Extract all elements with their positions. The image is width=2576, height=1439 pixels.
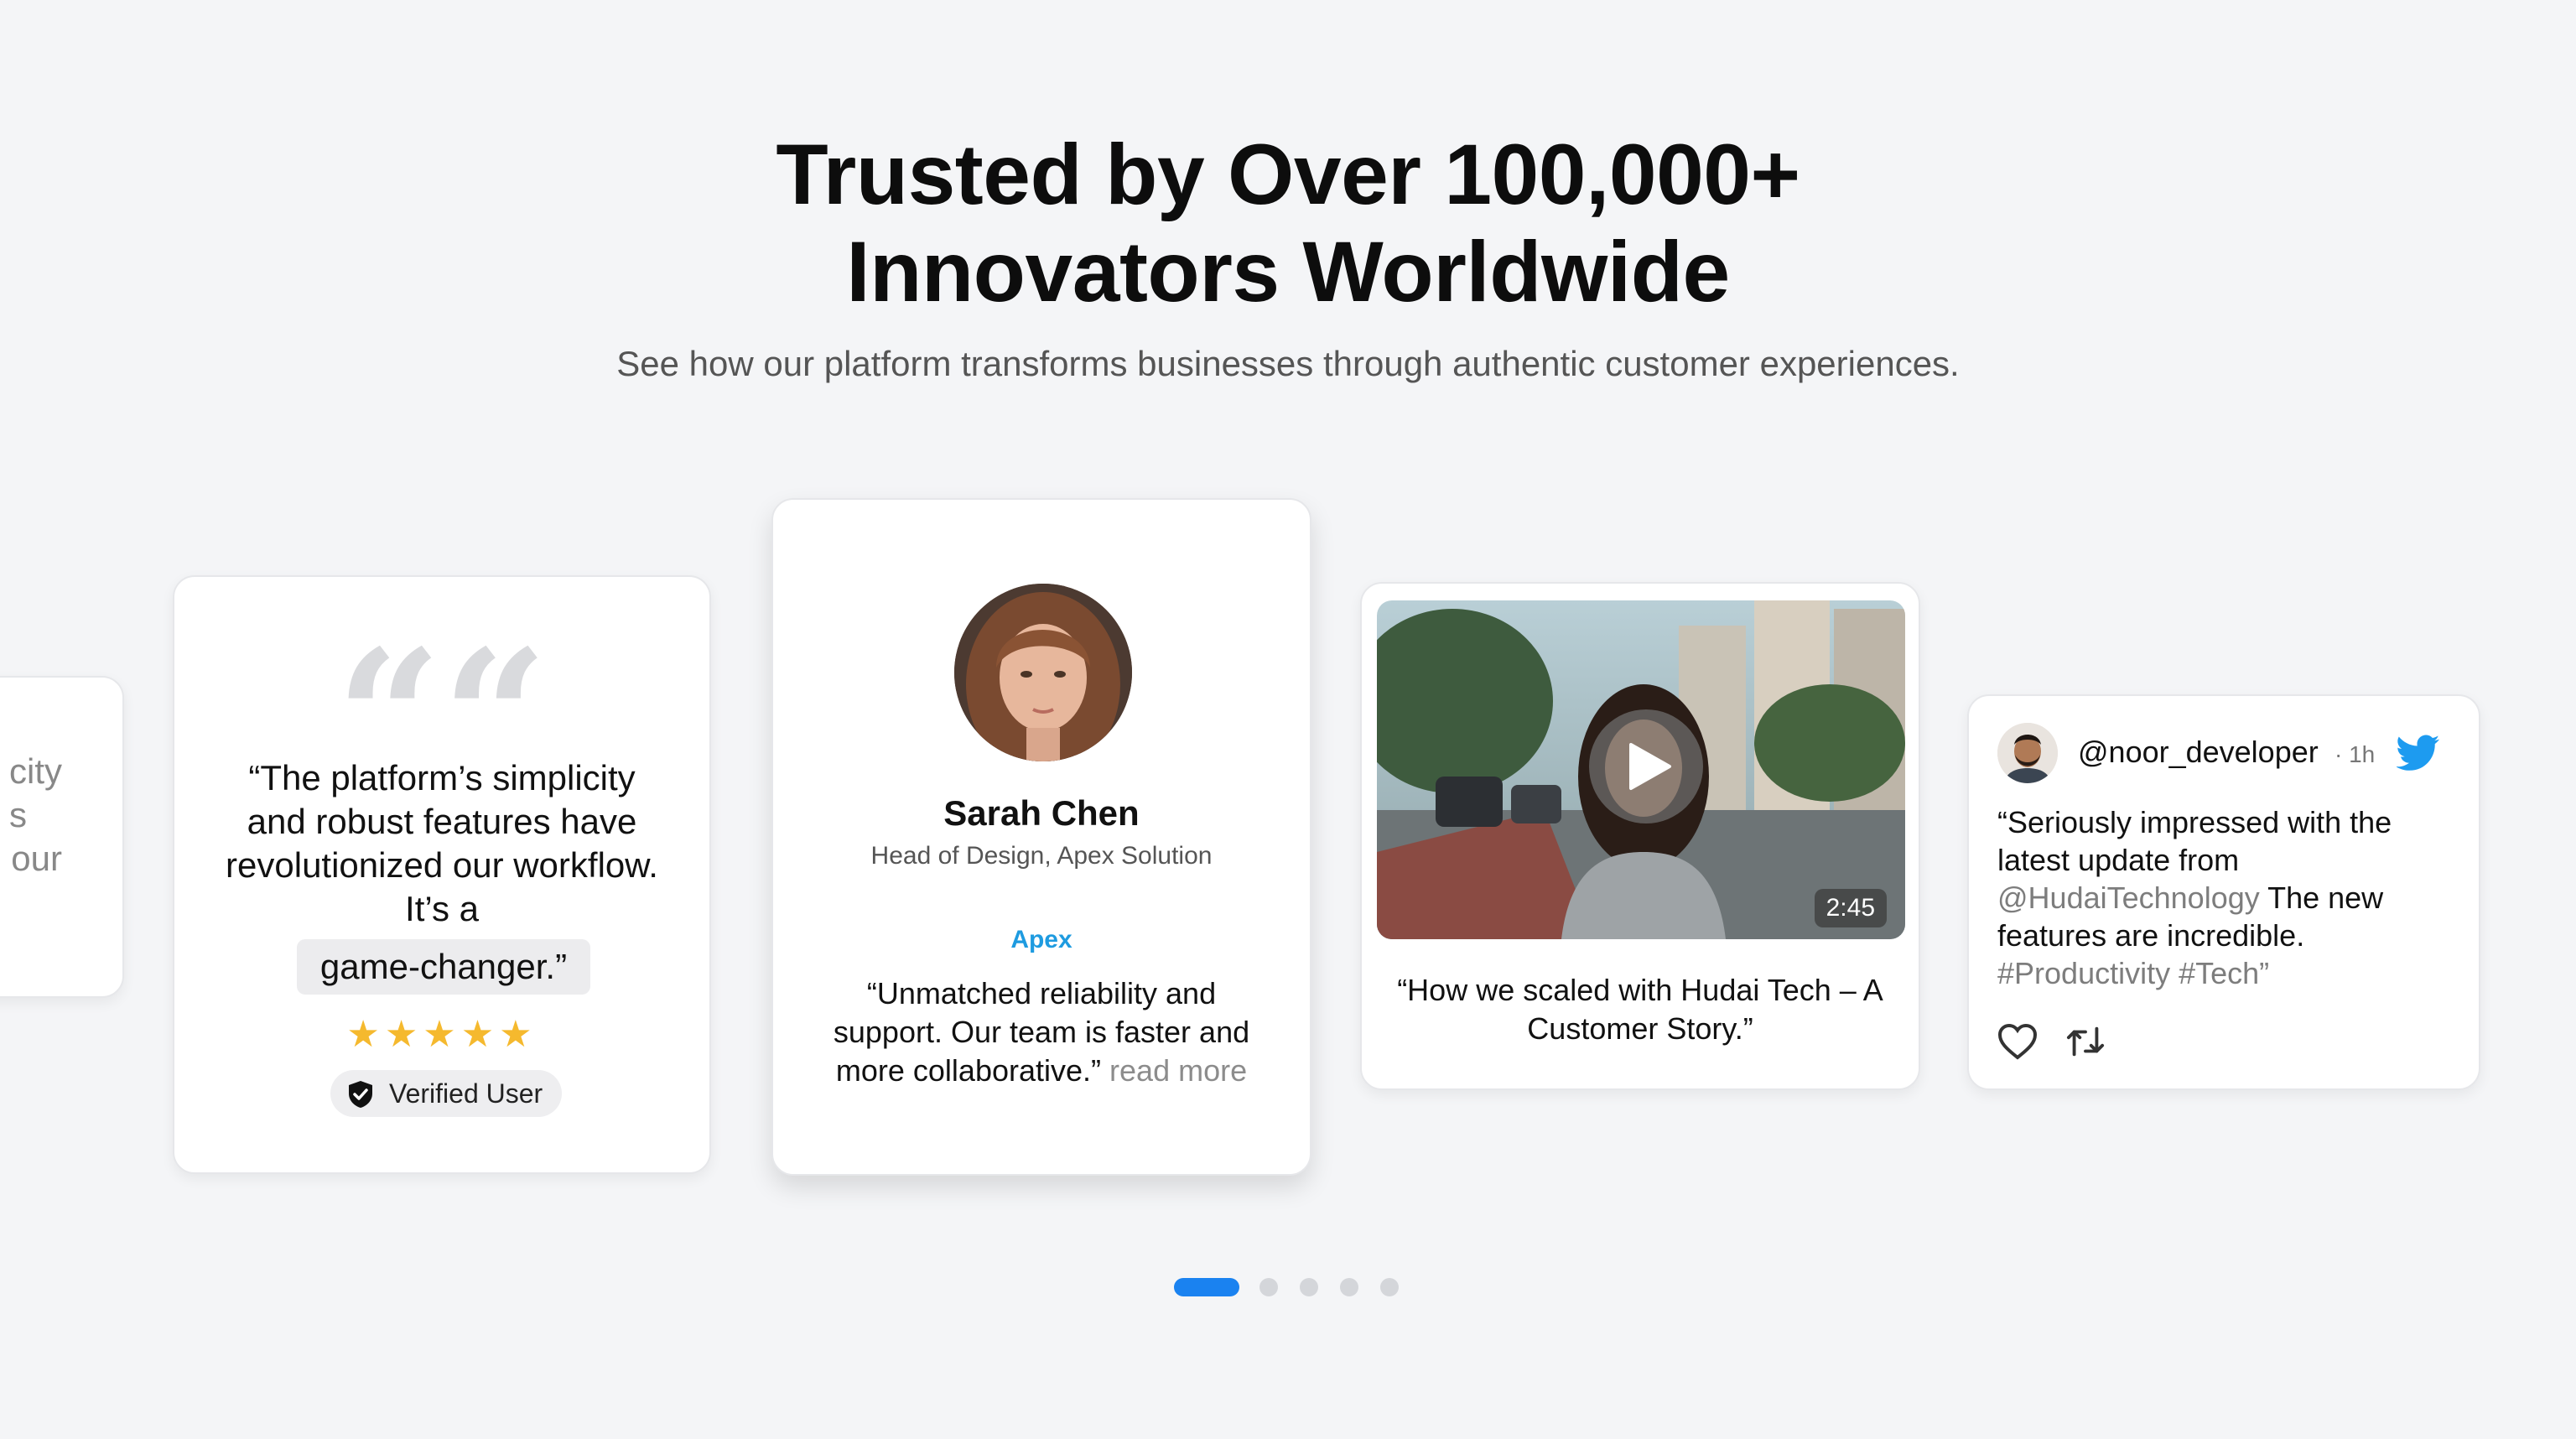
read-more-link[interactable]: read more [1109, 1053, 1247, 1088]
tweet-text: “Seriously impressed with the latest upd… [1997, 803, 2454, 992]
tweet-avatar-image [1997, 723, 2058, 783]
retweet-icon[interactable] [2066, 1023, 2105, 1060]
star-rating: ★★★★★ [346, 1014, 538, 1055]
heart-icon[interactable] [1997, 1023, 2038, 1060]
page-subtitle: See how our platform transforms business… [616, 344, 1960, 383]
avatar [954, 584, 1132, 761]
pagination-dot[interactable] [1259, 1278, 1278, 1296]
video-caption: “How we scaled with Hudai Tech – A Custo… [1397, 973, 1883, 1046]
pagination-dot[interactable] [1380, 1278, 1399, 1296]
partial-card-text: city s our [9, 750, 62, 881]
testimonial-card-video[interactable]: 2:45 “How we scaled with Hudai Tech – A … [1360, 582, 1920, 1090]
reviewer-role: Head of Design, Apex Solution [870, 842, 1213, 870]
play-button[interactable] [1589, 709, 1703, 823]
video-thumbnail[interactable]: 2:45 [1377, 600, 1905, 939]
tweet-handle[interactable]: @noor_developer [2078, 735, 2319, 770]
tweet-time: · 1h [2334, 741, 2376, 767]
title-line-1: Trusted by Over 100,000+ [776, 127, 1800, 222]
tweet-mention[interactable]: @HudaiTechnology [1997, 881, 2260, 915]
verified-label: Verified User [389, 1078, 543, 1109]
pagination-dot[interactable] [1300, 1278, 1318, 1296]
partial-line: city [9, 751, 62, 791]
quote-text: “The platform’s simplicity and robust fe… [226, 758, 658, 928]
avatar [1997, 723, 2058, 783]
tweet-body-start: “Seriously impressed with the latest upd… [1997, 805, 2392, 877]
testimonial-card-partial[interactable]: city s our [0, 676, 124, 998]
shield-check-icon [349, 1081, 372, 1108]
avatar-image [954, 584, 1132, 761]
verified-badge: Verified User [330, 1070, 562, 1117]
pagination-dot[interactable] [1340, 1278, 1358, 1296]
testimonial-card-profile[interactable]: Sarah Chen Head of Design, Apex Solution… [771, 498, 1311, 1176]
quote-highlight: game-changer.” [297, 939, 590, 995]
testimonial-text: “Unmatched reliability and support. Our … [810, 974, 1273, 1090]
page-title: Trusted by Over 100,000+ Innovators Worl… [0, 126, 2576, 320]
company-logo: Apex [1010, 926, 1072, 953]
reviewer-name: Sarah Chen [943, 793, 1140, 833]
twitter-bird-icon[interactable] [2397, 735, 2440, 771]
pagination-dot-active[interactable] [1174, 1278, 1239, 1296]
partial-line: s [9, 795, 27, 834]
play-icon [1629, 743, 1671, 790]
testimonial-card-tweet[interactable]: @noor_developer · 1h “Seriously impresse… [1967, 694, 2480, 1090]
title-line-2: Innovators Worldwide [846, 224, 1730, 319]
tweet-hashtags[interactable]: #Productivity #Tech” [1997, 956, 2269, 990]
video-duration: 2:45 [1814, 889, 1887, 927]
testimonial-card-quote[interactable]: ““ “The platform’s simplicity and robust… [173, 575, 711, 1174]
partial-line: our [11, 839, 62, 878]
